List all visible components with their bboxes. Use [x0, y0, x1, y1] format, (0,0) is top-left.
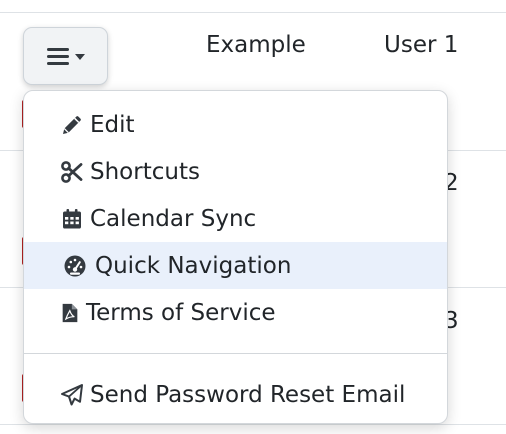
menu-item-label: Send Password Reset Email: [90, 381, 406, 408]
menu-item-label: Shortcuts: [90, 158, 200, 185]
table-row-divider: [0, 424, 506, 425]
menu-item-shortcuts[interactable]: Shortcuts: [24, 148, 447, 195]
menu-item-label: Calendar Sync: [90, 205, 257, 232]
page: Example User 1 2 3 Edit Shortcuts Calend…: [0, 0, 506, 434]
table-row-divider: [0, 12, 506, 13]
caret-down-icon: [74, 54, 85, 60]
actions-dropdown-toggle[interactable]: [23, 27, 108, 85]
menu-item-terms-of-service[interactable]: Terms of Service: [24, 289, 447, 336]
menu-item-label: Edit: [90, 111, 135, 138]
table-cell-user: User 1: [384, 32, 459, 58]
bars-icon: [46, 47, 69, 65]
menu-item-send-password-reset-email[interactable]: Send Password Reset Email: [24, 371, 447, 418]
menu-divider: [24, 353, 447, 354]
menu-item-label: Quick Navigation: [95, 252, 292, 279]
pdf-file-icon: [59, 300, 81, 326]
actions-dropdown-menu: Edit Shortcuts Calendar Sync Quick Navig…: [23, 90, 448, 424]
menu-item-calendar-sync[interactable]: Calendar Sync: [24, 195, 447, 242]
menu-item-label: Terms of Service: [86, 299, 276, 326]
gauge-icon: [62, 253, 88, 279]
pencil-icon: [59, 112, 85, 138]
paper-plane-icon: [59, 382, 85, 408]
menu-item-quick-navigation[interactable]: Quick Navigation: [24, 242, 447, 289]
scissors-icon: [59, 159, 85, 185]
menu-item-edit[interactable]: Edit: [24, 101, 447, 148]
table-cell-name: Example: [206, 32, 306, 58]
calendar-icon: [59, 206, 85, 232]
